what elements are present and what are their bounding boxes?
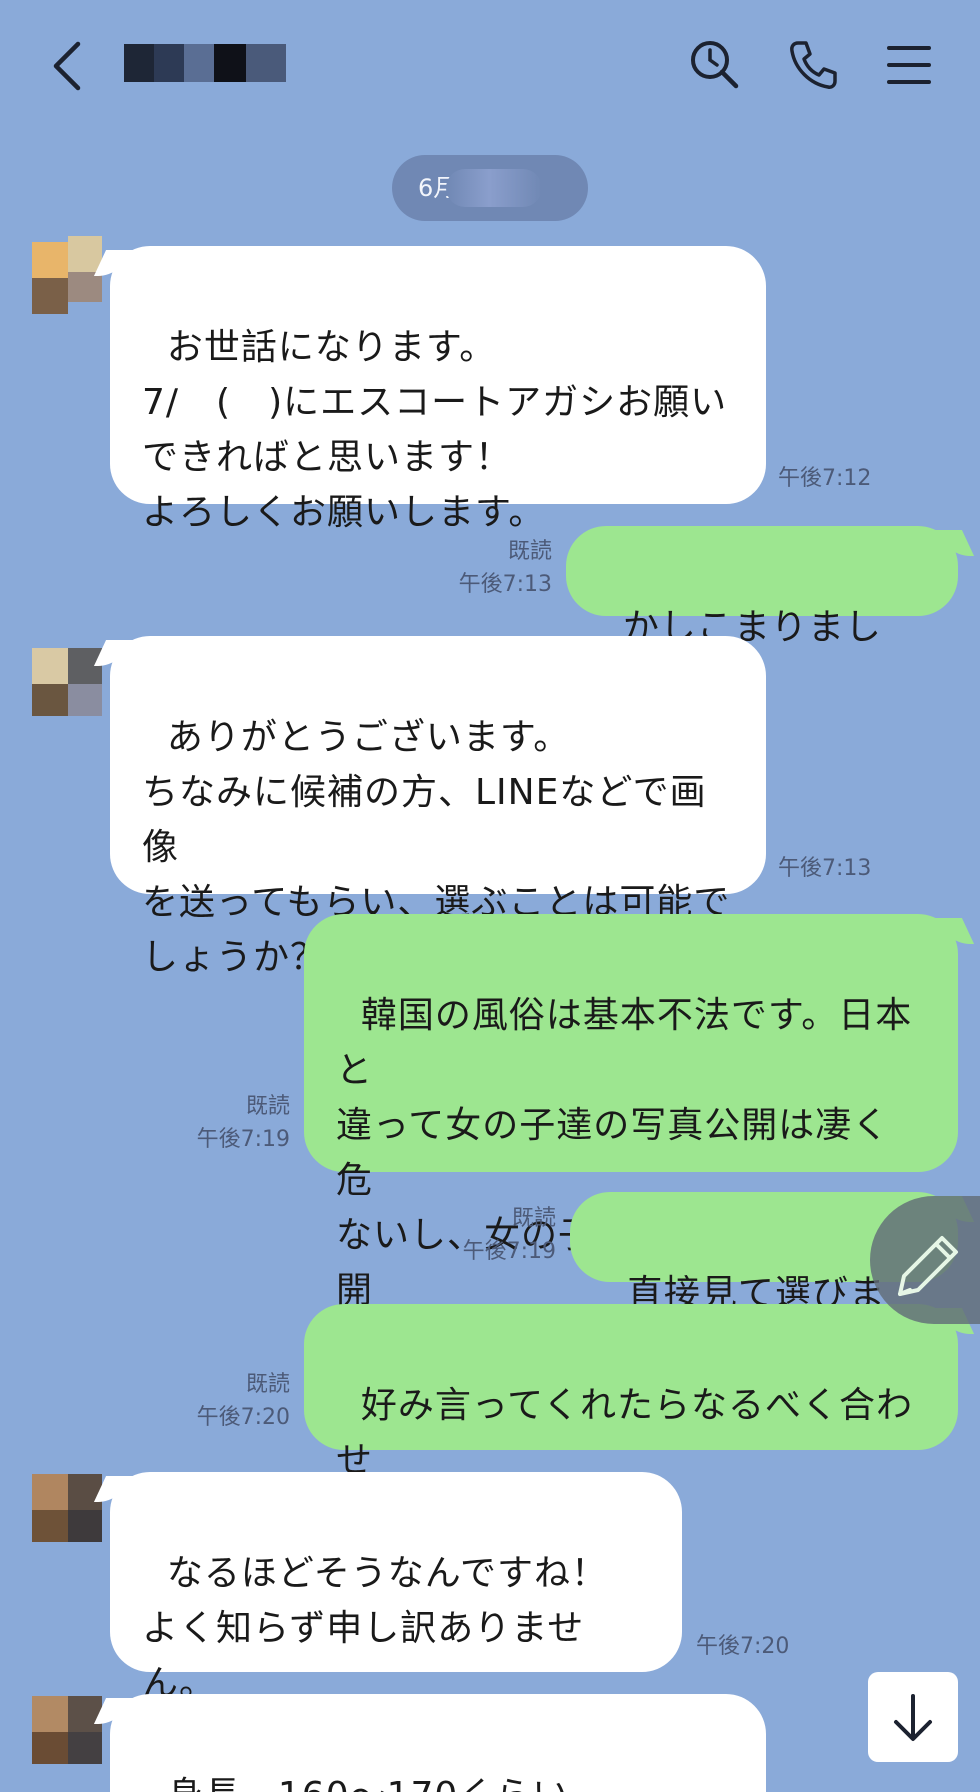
compose-button[interactable] — [870, 1196, 980, 1324]
arrow-down-icon — [894, 1694, 932, 1741]
message-time: 午後7:20 — [696, 1634, 790, 1659]
message-bubble-incoming[interactable]: 身長 160〜170くらい — [110, 1694, 766, 1792]
message-meta: 既読 午後7:19 — [444, 1202, 556, 1268]
message-time: 午後7:13 — [778, 856, 872, 881]
date-separator: 6月 — [392, 155, 588, 221]
date-redacted — [446, 169, 542, 207]
message-bubble-outgoing[interactable]: 好み言ってくれたらなるべく合わせ ます。 — [304, 1304, 958, 1536]
message-bubble-outgoing[interactable]: 韓国の風俗は基本不法です。日本と 違って女の子達の写真公開は凄く危 ないし、女の… — [304, 914, 958, 1366]
message-text: 身長 160〜170くらい — [167, 1775, 569, 1792]
message-meta: 既読 午後7:13 — [440, 535, 552, 601]
chat-header — [0, 0, 980, 130]
back-button[interactable] — [48, 38, 88, 94]
message-bubble-incoming[interactable]: なるほどそうなんですね！ よく知らず申し訳ありません。 好みは下記になります — [110, 1472, 682, 1759]
search-history-icon — [691, 41, 739, 89]
avatar[interactable] — [28, 648, 102, 726]
message-bubble-incoming[interactable]: ありがとうございます。 ちなみに候補の方、LINEなどで画像 を送ってもらい、選… — [110, 636, 766, 978]
call-button[interactable] — [786, 38, 840, 92]
search-button[interactable] — [688, 38, 742, 92]
scroll-to-bottom-button[interactable] — [868, 1672, 958, 1762]
read-receipt: 既読 — [507, 539, 552, 564]
menu-button[interactable] — [882, 38, 936, 92]
avatar[interactable] — [28, 1696, 102, 1774]
avatar[interactable] — [28, 236, 102, 314]
message-time: 午後7:12 — [778, 466, 872, 491]
message-meta: 既読 午後7:20 — [178, 1368, 290, 1434]
message-text: お世話になります。 7/ ( )にエスコートアガシお願い できればと思います！ … — [142, 327, 728, 533]
message-time: 午後7:19 — [196, 1127, 290, 1152]
pencil-icon — [898, 1236, 958, 1296]
phone-icon — [790, 41, 837, 89]
message-time: 午後7:19 — [462, 1239, 556, 1264]
message-time: 午後7:20 — [196, 1405, 290, 1430]
read-receipt: 既読 — [245, 1094, 290, 1119]
message-meta: 既読 午後7:19 — [178, 1090, 290, 1156]
avatar[interactable] — [28, 1474, 102, 1552]
contact-name-redacted — [124, 44, 286, 82]
read-receipt: 既読 — [511, 1206, 556, 1231]
chevron-left-icon — [53, 41, 81, 91]
message-bubble-incoming[interactable]: お世話になります。 7/ ( )にエスコートアガシお願い できればと思います！ … — [110, 246, 766, 533]
menu-icon — [887, 46, 931, 84]
message-bubble-outgoing[interactable]: かしこまりました。 — [566, 526, 958, 703]
read-receipt: 既読 — [245, 1372, 290, 1397]
message-time: 午後7:13 — [458, 572, 552, 597]
